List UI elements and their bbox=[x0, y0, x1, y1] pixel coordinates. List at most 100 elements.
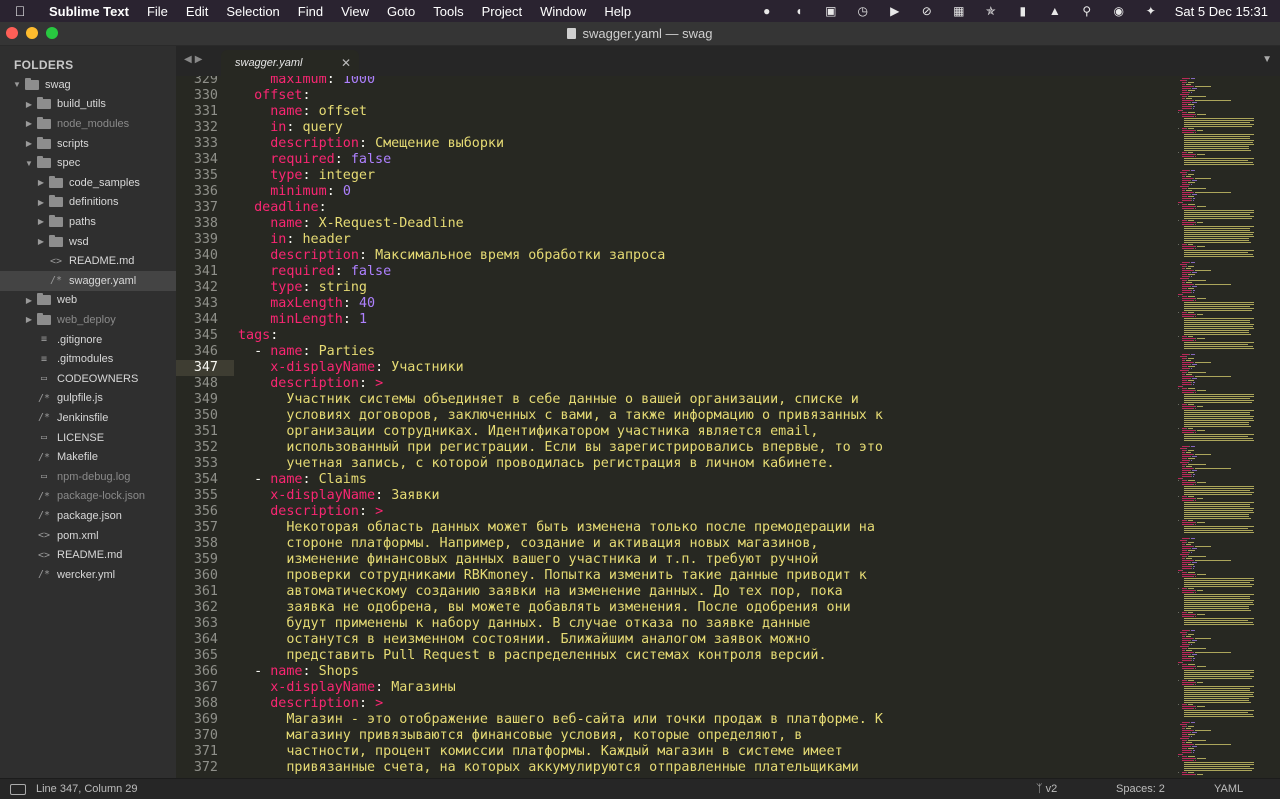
disclosure-closed-icon[interactable]: ▶ bbox=[24, 296, 34, 305]
code-line[interactable]: x-displayName: Заявки bbox=[238, 488, 439, 504]
cursor-position[interactable]: Line 347, Column 29 bbox=[36, 783, 138, 795]
folder-item[interactable]: ▼ swag bbox=[0, 75, 176, 95]
code-line[interactable]: required: false bbox=[238, 264, 391, 280]
code-line[interactable]: type: integer bbox=[238, 168, 375, 184]
code-line[interactable]: - name: Claims bbox=[238, 472, 367, 488]
tab-nav-arrows-icon[interactable]: ◀▶ bbox=[184, 54, 205, 65]
folder-item[interactable]: ▼ spec bbox=[0, 153, 176, 173]
code-line[interactable]: description: > bbox=[238, 696, 383, 712]
wifi-icon[interactable]: ▲ bbox=[1045, 4, 1065, 18]
disclosure-closed-icon[interactable]: ▶ bbox=[36, 217, 46, 226]
code-line[interactable]: tags: bbox=[238, 328, 278, 344]
folder-item[interactable]: ▶ paths bbox=[0, 212, 176, 232]
tab-list-dropdown-icon[interactable]: ▼ bbox=[1262, 54, 1272, 65]
code-line[interactable]: использованный при регистрации. Если вы … bbox=[238, 440, 883, 456]
apple-menu-icon[interactable]:  bbox=[0, 3, 40, 19]
file-item[interactable]: ▭ npm-debug.log bbox=[0, 467, 176, 487]
code-line[interactable]: maxLength: 40 bbox=[238, 296, 375, 312]
code-line[interactable]: учетная запись, с которой проводилась ре… bbox=[238, 456, 834, 472]
play-circle-icon[interactable]: ▶ bbox=[885, 4, 905, 18]
panel-toggle-icon[interactable] bbox=[10, 784, 26, 795]
code-line[interactable]: условиях договоров, заключенных с вами, … bbox=[238, 408, 883, 424]
code-editor[interactable]: 329 330 331 332 333 334 335 336 337 338 339 340 341 3… bbox=[176, 76, 1176, 778]
code-line[interactable]: name: offset bbox=[238, 104, 367, 120]
code-line[interactable]: Магазин - это отображение вашего веб-сай… bbox=[238, 712, 883, 728]
code-line[interactable]: description: Максимальное время обработк… bbox=[238, 248, 665, 264]
mute-icon[interactable]: ⊘ bbox=[917, 4, 937, 18]
file-item[interactable]: ▭ LICENSE bbox=[0, 428, 176, 448]
syntax-setting[interactable]: YAML bbox=[1214, 783, 1243, 795]
menu-find[interactable]: Find bbox=[289, 4, 332, 19]
code-line[interactable]: останутся в неизменном состоянии. Ближай… bbox=[238, 632, 810, 648]
folder-item[interactable]: ▶ web_deploy bbox=[0, 310, 176, 330]
bluetooth-icon[interactable]: ✯ bbox=[981, 4, 1001, 18]
code-line[interactable]: description: > bbox=[238, 376, 383, 392]
vpn-icon[interactable]: ● bbox=[757, 4, 777, 18]
menu-tools[interactable]: Tools bbox=[424, 4, 472, 19]
code-line[interactable]: minLength: 1 bbox=[238, 312, 367, 328]
code-line[interactable]: автоматическому созданию заявки на измен… bbox=[238, 584, 842, 600]
code-line[interactable]: in: header bbox=[238, 232, 351, 248]
code-line[interactable]: стороне платформы. Например, создание и … bbox=[238, 536, 818, 552]
code-line[interactable]: - name: Shops bbox=[238, 664, 359, 680]
code-line[interactable]: x-displayName: Магазины bbox=[238, 680, 455, 696]
disclosure-open-icon[interactable]: ▼ bbox=[12, 80, 22, 89]
pause-circle-icon[interactable]: ◷ bbox=[853, 4, 873, 18]
file-item[interactable]: /* Makefile bbox=[0, 447, 176, 467]
disclosure-closed-icon[interactable]: ▶ bbox=[36, 198, 46, 207]
keyboard-layout-icon[interactable]: ▦ bbox=[949, 4, 969, 18]
menu-app-name[interactable]: Sublime Text bbox=[40, 4, 138, 19]
code-line[interactable]: будут применены к набору данных. В случа… bbox=[238, 616, 810, 632]
file-item[interactable]: /* swagger.yaml bbox=[0, 271, 176, 291]
folder-item[interactable]: ▶ web bbox=[0, 291, 176, 311]
folder-item[interactable]: ▶ build_utils bbox=[0, 95, 176, 115]
menu-edit[interactable]: Edit bbox=[177, 4, 217, 19]
code-line[interactable]: привязанные счета, на которых аккумулиру… bbox=[238, 760, 858, 776]
tab-swagger-yaml[interactable]: swagger.yaml ✕ bbox=[221, 50, 359, 76]
disclosure-open-icon[interactable]: ▼ bbox=[24, 159, 34, 168]
disclosure-closed-icon[interactable]: ▶ bbox=[36, 237, 46, 246]
control-center-icon[interactable]: ◉ bbox=[1109, 4, 1129, 18]
code-line[interactable]: deadline: bbox=[238, 200, 327, 216]
file-item[interactable]: /* wercker.yml bbox=[0, 565, 176, 585]
folder-item[interactable]: ▶ wsd bbox=[0, 232, 176, 252]
code-line[interactable]: offset: bbox=[238, 88, 310, 104]
disclosure-closed-icon[interactable]: ▶ bbox=[36, 178, 46, 187]
code-line[interactable]: Участник системы объединяет в себе данны… bbox=[238, 392, 858, 408]
code-line[interactable]: частности, процент комиссии платформы. К… bbox=[238, 744, 842, 760]
menu-window[interactable]: Window bbox=[531, 4, 595, 19]
code-line[interactable]: name: X-Request-Deadline bbox=[238, 216, 464, 232]
search-icon[interactable]: ⚲ bbox=[1077, 4, 1097, 18]
folder-item[interactable]: ▶ scripts bbox=[0, 134, 176, 154]
code-line[interactable]: x-displayName: Участники bbox=[238, 360, 464, 376]
code-line[interactable]: maximum: 1000 bbox=[238, 76, 375, 88]
menu-file[interactable]: File bbox=[138, 4, 177, 19]
menubar-clock[interactable]: Sat 5 Dec 15:31 bbox=[1167, 4, 1280, 19]
code-line[interactable]: изменение финансовых данных вашего участ… bbox=[238, 552, 818, 568]
file-item[interactable]: <> README.md bbox=[0, 545, 176, 565]
menu-project[interactable]: Project bbox=[473, 4, 531, 19]
camera-icon[interactable]: ▣ bbox=[821, 4, 841, 18]
code-line[interactable]: магазину привязываются финансовые услови… bbox=[238, 728, 802, 744]
file-item[interactable]: ▭ CODEOWNERS bbox=[0, 369, 176, 389]
code-line[interactable]: проверки сотрудниками RBKmoney. Попытка … bbox=[238, 568, 866, 584]
disclosure-closed-icon[interactable]: ▶ bbox=[24, 100, 34, 109]
code-line[interactable]: type: string bbox=[238, 280, 367, 296]
file-item[interactable]: /* Jenkinsfile bbox=[0, 408, 176, 428]
code-line[interactable]: заявка не одобрена, вы можете добавлять … bbox=[238, 600, 850, 616]
code-line[interactable]: required: false bbox=[238, 152, 391, 168]
file-item[interactable]: /* package-lock.json bbox=[0, 487, 176, 507]
code-line[interactable]: minimum: 0 bbox=[238, 184, 351, 200]
git-branch[interactable]: ᛉ v2 bbox=[1036, 783, 1057, 795]
code-line[interactable]: in: query bbox=[238, 120, 343, 136]
menu-goto[interactable]: Goto bbox=[378, 4, 424, 19]
menu-help[interactable]: Help bbox=[595, 4, 640, 19]
menu-selection[interactable]: Selection bbox=[217, 4, 288, 19]
indentation-setting[interactable]: Spaces: 2 bbox=[1116, 783, 1165, 795]
screen-lock-icon[interactable]: ◖ bbox=[789, 4, 809, 18]
file-item[interactable]: ≡ .gitmodules bbox=[0, 349, 176, 369]
code-line[interactable]: description: > bbox=[238, 504, 383, 520]
folder-item[interactable]: ▶ definitions bbox=[0, 193, 176, 213]
code-line[interactable]: Некоторая область данных может быть изме… bbox=[238, 520, 875, 536]
code-line[interactable]: организации сотрудниках. Идентификатором… bbox=[238, 424, 818, 440]
